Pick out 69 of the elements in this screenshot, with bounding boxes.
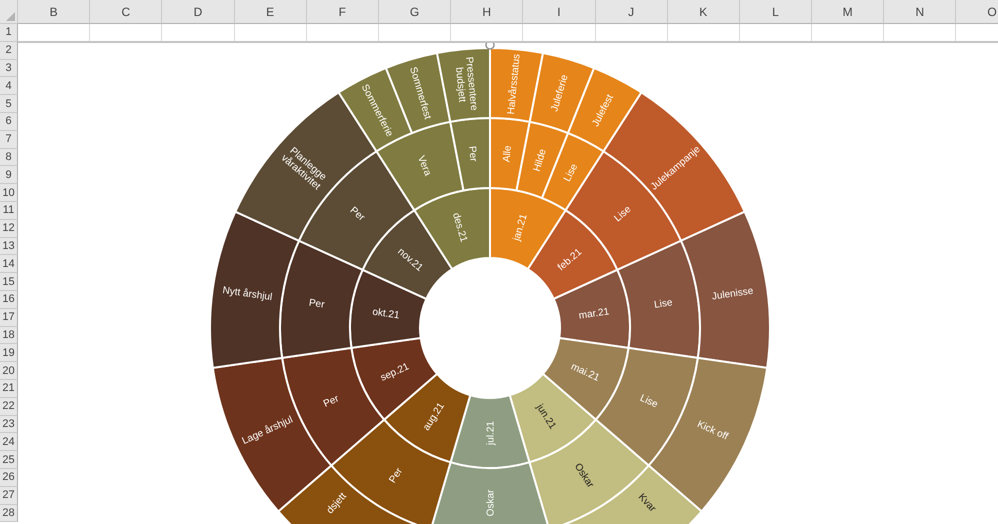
column-header[interactable]: N xyxy=(884,0,956,24)
row-header[interactable]: 8 xyxy=(0,148,18,166)
segment-label: Lise xyxy=(654,297,674,311)
segment-label: Pressentere budsjett xyxy=(453,56,480,112)
row-header[interactable]: 2 xyxy=(0,42,18,60)
segment-label: mar.21 xyxy=(578,306,610,322)
column-header[interactable]: J xyxy=(596,0,668,24)
row-header[interactable]: 23 xyxy=(0,416,18,434)
segment-label: des.21 xyxy=(450,212,469,244)
segment-label: Kick off xyxy=(695,418,730,442)
column-header[interactable]: H xyxy=(451,0,524,24)
row-header[interactable]: 28 xyxy=(0,504,18,522)
row-header[interactable]: 5 xyxy=(0,95,18,113)
row-header[interactable]: 14 xyxy=(0,255,18,274)
segment-label: Juleferie xyxy=(549,74,571,113)
row-header[interactable]: 7 xyxy=(0,130,18,149)
row-header[interactable]: 10 xyxy=(0,184,18,202)
segment-label: Lise xyxy=(638,392,660,410)
row-header[interactable]: 9 xyxy=(0,166,18,184)
segment-label: Per xyxy=(387,466,406,486)
segment-label: Julenisse xyxy=(711,286,754,303)
column-header[interactable]: M xyxy=(812,0,884,24)
resize-handle[interactable] xyxy=(485,43,495,50)
segment-label: Per xyxy=(322,393,341,410)
segment-label: Vera xyxy=(415,154,433,178)
column-header[interactable]: E xyxy=(234,0,307,24)
segment-label: mai.21 xyxy=(569,361,602,384)
row-header[interactable]: 16 xyxy=(0,290,18,309)
segment-label: Halvårsstatus xyxy=(506,54,523,115)
segment-label: Lise xyxy=(612,204,634,224)
row-header[interactable]: 19 xyxy=(0,344,18,362)
column-header[interactable]: I xyxy=(523,0,596,24)
row-header[interactable]: 17 xyxy=(0,308,18,327)
row-header[interactable]: 11 xyxy=(0,202,18,220)
column-header[interactable]: C xyxy=(90,0,162,24)
segment-label: Nytt årshjul xyxy=(222,285,273,304)
column-header[interactable]: B xyxy=(18,0,90,24)
row-header[interactable]: 20 xyxy=(0,362,18,380)
row-header[interactable]: 6 xyxy=(0,112,18,131)
column-header[interactable]: F xyxy=(306,0,379,24)
segment-label: Alle xyxy=(501,145,514,163)
chart-area[interactable] xyxy=(18,41,998,524)
column-header[interactable]: L xyxy=(740,0,812,24)
segment-label: jan.21 xyxy=(511,212,530,242)
segment-label: okt.21 xyxy=(372,306,400,322)
row-header[interactable]: 24 xyxy=(0,433,18,452)
segment-label: Hilde xyxy=(532,148,549,173)
row-header[interactable]: 22 xyxy=(0,398,18,416)
segment-label: jul.21 xyxy=(486,421,496,445)
column-header[interactable]: O xyxy=(956,0,998,24)
row-header[interactable]: 25 xyxy=(0,451,18,469)
segment-label: Per xyxy=(308,298,326,311)
segment-label: Per xyxy=(348,204,367,224)
row-header[interactable]: 4 xyxy=(0,77,18,96)
row-header[interactable]: 1 xyxy=(0,24,18,42)
column-header[interactable]: G xyxy=(378,0,452,24)
row-header[interactable]: 15 xyxy=(0,273,18,291)
segment-label: Per xyxy=(466,146,479,162)
row-header[interactable]: 3 xyxy=(0,60,18,78)
row-header[interactable]: 27 xyxy=(0,486,18,505)
row-header[interactable]: 21 xyxy=(0,380,18,398)
column-header[interactable]: D xyxy=(162,0,235,24)
row-header[interactable]: 26 xyxy=(0,468,18,487)
segment-label: Lise xyxy=(562,162,580,184)
column-header[interactable]: K xyxy=(668,0,740,24)
segment-label: Oskar xyxy=(486,490,496,516)
row-header[interactable]: 12 xyxy=(0,220,18,238)
row-header[interactable]: 13 xyxy=(0,238,18,256)
row-header[interactable]: 18 xyxy=(0,326,18,344)
